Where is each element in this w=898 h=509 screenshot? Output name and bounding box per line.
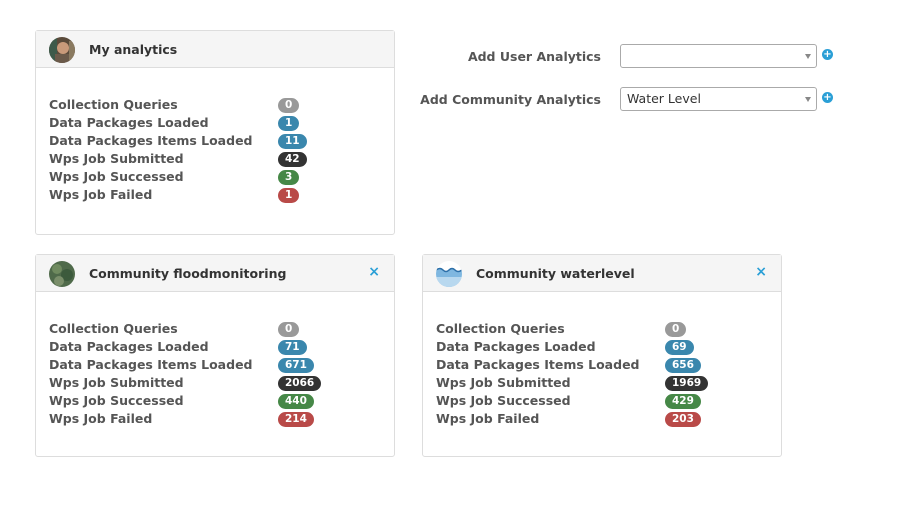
add-user-analytics-label: Add User Analytics (467, 49, 601, 64)
chevron-down-icon (805, 97, 811, 102)
stat-badge: 1 (278, 116, 300, 131)
community-avatar (436, 261, 462, 287)
panel-title: Community floodmonitoring (89, 266, 287, 281)
add-circle-icon[interactable]: + (822, 49, 833, 60)
stat-badge: 203 (665, 412, 701, 427)
stat-label: Data Packages Items Loaded (436, 357, 640, 372)
add-community-analytics-label: Add Community Analytics (420, 92, 601, 107)
stat-label: Wps Job Failed (49, 187, 153, 202)
stat-row: Wps Job Submitted 42 (49, 150, 349, 168)
stat-label: Data Packages Items Loaded (49, 133, 253, 148)
stat-row: Data Packages Items Loaded 656 (436, 356, 736, 374)
stat-badge: 69 (665, 340, 694, 355)
stat-badge: 1 (278, 188, 300, 203)
add-community-analytics-select[interactable]: Water Level (620, 87, 817, 111)
stat-badge: 0 (278, 98, 300, 113)
stat-label: Data Packages Items Loaded (49, 357, 253, 372)
stats-list: Collection Queries 0 Data Packages Loaded… (49, 96, 349, 204)
stat-label: Wps Job Successed (49, 393, 184, 408)
stat-label: Collection Queries (49, 321, 178, 336)
stat-row: Wps Job Successed 3 (49, 168, 349, 186)
community-floodmonitoring-panel: Community floodmonitoring × Collection Q… (35, 254, 395, 457)
chevron-down-icon (805, 54, 811, 59)
stat-label: Wps Job Submitted (49, 151, 184, 166)
stat-label: Data Packages Loaded (436, 339, 596, 354)
stat-row: Data Packages Items Loaded 671 (49, 356, 349, 374)
stat-badge: 3 (278, 170, 300, 185)
stat-row: Wps Job Submitted 1969 (436, 374, 736, 392)
stat-badge: 656 (665, 358, 701, 373)
panel-header: Community floodmonitoring × (36, 255, 394, 292)
stat-badge: 0 (278, 322, 300, 337)
stat-badge: 1969 (665, 376, 709, 391)
stat-badge: 11 (278, 134, 307, 149)
stat-badge: 71 (278, 340, 307, 355)
stat-label: Wps Job Failed (49, 411, 153, 426)
stat-row: Collection Queries 0 (49, 96, 349, 114)
stat-label: Collection Queries (436, 321, 565, 336)
add-circle-icon[interactable]: + (822, 92, 833, 103)
stat-row: Wps Job Submitted 2066 (49, 374, 349, 392)
stats-list: Collection Queries 0 Data Packages Loaded… (49, 320, 349, 428)
stat-badge: 440 (278, 394, 314, 409)
stat-row: Data Packages Loaded 69 (436, 338, 736, 356)
stat-row: Data Packages Loaded 1 (49, 114, 349, 132)
stat-badge: 0 (665, 322, 687, 337)
stat-label: Data Packages Loaded (49, 339, 209, 354)
stat-label: Collection Queries (49, 97, 178, 112)
close-icon[interactable]: × (368, 264, 380, 280)
user-avatar (49, 37, 75, 63)
stat-row: Wps Job Successed 440 (49, 392, 349, 410)
stat-label: Wps Job Successed (49, 169, 184, 184)
stat-badge: 2066 (278, 376, 322, 391)
panel-header: Community waterlevel × (423, 255, 781, 292)
panel-header: My analytics (36, 31, 394, 68)
stat-row: Collection Queries 0 (436, 320, 736, 338)
stats-list: Collection Queries 0 Data Packages Loaded… (436, 320, 736, 428)
stat-label: Wps Job Submitted (436, 375, 571, 390)
panel-title: Community waterlevel (476, 266, 635, 281)
stat-badge: 42 (278, 152, 307, 167)
stat-badge: 429 (665, 394, 701, 409)
community-avatar (49, 261, 75, 287)
stat-row: Wps Job Failed 214 (49, 410, 349, 428)
stat-label: Wps Job Successed (436, 393, 571, 408)
close-icon[interactable]: × (755, 264, 767, 280)
stat-row: Wps Job Failed 203 (436, 410, 736, 428)
stat-row: Data Packages Loaded 71 (49, 338, 349, 356)
stat-row: Wps Job Failed 1 (49, 186, 349, 204)
stat-label: Wps Job Failed (436, 411, 540, 426)
stat-row: Data Packages Items Loaded 11 (49, 132, 349, 150)
stat-row: Wps Job Successed 429 (436, 392, 736, 410)
stat-label: Data Packages Loaded (49, 115, 209, 130)
add-user-analytics-select[interactable] (620, 44, 817, 68)
stat-label: Wps Job Submitted (49, 375, 184, 390)
panel-title: My analytics (89, 42, 178, 57)
stat-row: Collection Queries 0 (49, 320, 349, 338)
stat-badge: 671 (278, 358, 314, 373)
community-waterlevel-panel: Community waterlevel × Collection Querie… (422, 254, 782, 457)
select-value: Water Level (627, 91, 701, 106)
my-analytics-panel: My analytics Collection Queries 0 Data Pa… (35, 30, 395, 235)
stat-badge: 214 (278, 412, 314, 427)
